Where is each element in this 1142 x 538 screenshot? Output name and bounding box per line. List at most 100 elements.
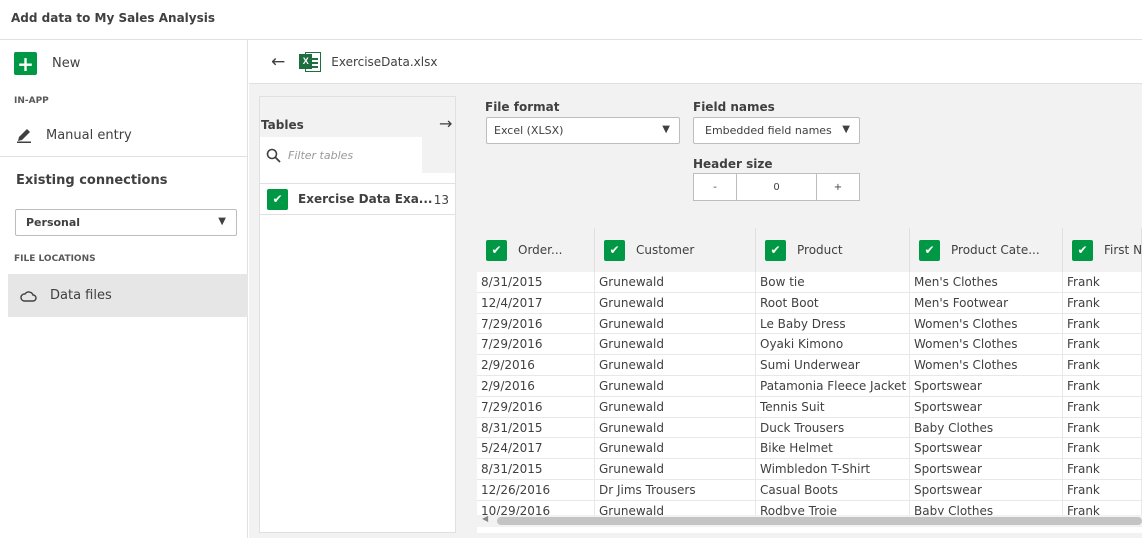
table-row: 2/9/2016 Grunewald Patamonia Fleece Jacket… xyxy=(477,375,1142,397)
table-cell: Women's Clothes xyxy=(910,334,1063,355)
decrement-button[interactable]: - xyxy=(694,174,736,200)
in-app-section-label: IN-APP xyxy=(14,96,49,106)
column-header-label: Product Cate... xyxy=(951,243,1040,257)
table-cell: 12/26/2016 xyxy=(477,479,595,500)
column-header[interactable]: ✔ Product Cate... xyxy=(910,228,1063,272)
table-cell: 7/29/2016 xyxy=(477,334,595,355)
scroll-left-icon[interactable]: ◀ xyxy=(482,514,488,523)
table-cell: 8/31/2015 xyxy=(477,459,595,479)
table-cell: Grunewald xyxy=(595,272,756,292)
checkbox-checked-icon[interactable]: ✔ xyxy=(919,239,940,261)
table-cell: 8/31/2015 xyxy=(477,272,595,292)
back-arrow-icon[interactable]: ← xyxy=(271,52,285,72)
table-item-label: Exercise Data Exa... xyxy=(298,192,433,206)
grid-header: ✔ Order... ✔ Customer ✔ Product ✔ Product Cate.… xyxy=(477,228,1142,272)
column-header[interactable]: ✔ Product xyxy=(756,228,910,272)
table-cell: Patamonia Fleece Jacket xyxy=(756,375,910,396)
horizontal-scrollbar[interactable]: ◀ xyxy=(477,514,1142,527)
sidebar: + New IN-APP Manual entry Existing conne… xyxy=(0,40,248,538)
table-cell: 7/29/2016 xyxy=(477,313,595,334)
data-preview-grid: ✔ Order... ✔ Customer ✔ Product ✔ Product Cate.… xyxy=(477,228,1142,533)
right-arrow-icon: → xyxy=(439,114,453,133)
column-header[interactable]: ✔ Customer xyxy=(595,228,756,272)
cloud-icon xyxy=(20,290,37,302)
filter-tables-placeholder: Filter tables xyxy=(288,148,354,162)
checkbox-checked-icon[interactable]: ✔ xyxy=(604,239,625,261)
table-cell: Frank xyxy=(1063,417,1142,438)
table-cell: Frank xyxy=(1063,313,1142,334)
table-cell: 5/24/2017 xyxy=(477,438,595,459)
table-cell: Frank xyxy=(1063,396,1142,417)
filter-spacer xyxy=(422,137,455,173)
header-size-input[interactable]: 0 xyxy=(736,174,817,200)
field-names-value: Embedded field names xyxy=(705,124,832,137)
table-row: 7/29/2016 Grunewald Tennis Suit Sportswear F… xyxy=(477,396,1142,418)
checkbox-checked-icon[interactable]: ✔ xyxy=(486,239,507,261)
file-format-select[interactable]: Excel (XLSX) ▼ xyxy=(486,117,680,144)
table-cell: Bow tie xyxy=(756,272,910,292)
tables-panel: Tables Filter tables ✔ Exercise Data Exa… xyxy=(259,96,456,533)
filter-tables-input[interactable]: Filter tables xyxy=(260,137,422,173)
table-cell: Sportswear xyxy=(910,375,1063,396)
table-cell: Frank xyxy=(1063,375,1142,396)
table-cell: Sportswear xyxy=(910,459,1063,479)
file-format-value: Excel (XLSX) xyxy=(494,124,564,137)
table-cell: Grunewald xyxy=(595,313,756,334)
dropdown-arrow-icon: ▼ xyxy=(662,124,670,135)
new-label: New xyxy=(52,56,81,71)
dropdown-arrow-icon: ▼ xyxy=(842,124,850,135)
column-header-label: Customer xyxy=(636,243,695,257)
tables-title: Tables xyxy=(261,118,304,132)
plus-icon: + xyxy=(14,52,37,75)
table-row: 12/4/2017 Grunewald Root Boot Men's Footwea… xyxy=(477,292,1142,314)
table-cell: Women's Clothes xyxy=(910,313,1063,334)
table-cell: Frank xyxy=(1063,479,1142,500)
manual-entry-item[interactable]: Manual entry xyxy=(16,127,132,143)
main-panel: ← X ExerciseData.xlsx Tables Filter tabl… xyxy=(249,40,1142,538)
table-row: 5/24/2017 Grunewald Bike Helmet Sportswear F… xyxy=(477,438,1142,460)
table-cell: Frank xyxy=(1063,292,1142,313)
column-header[interactable]: ✔ Order... xyxy=(477,228,595,272)
increment-button[interactable]: + xyxy=(817,174,859,200)
checkbox-checked-icon[interactable]: ✔ xyxy=(1072,239,1093,261)
column-header[interactable]: ✔ First N... xyxy=(1063,228,1142,272)
new-button[interactable]: + New xyxy=(14,52,80,75)
table-cell: Casual Boots xyxy=(756,479,910,500)
field-names-select[interactable]: Embedded field names ▼ xyxy=(693,117,860,144)
table-cell: Sportswear xyxy=(910,479,1063,500)
checkbox-checked-icon[interactable]: ✔ xyxy=(765,239,786,261)
table-cell: Frank xyxy=(1063,355,1142,375)
table-cell: Baby Clothes xyxy=(910,417,1063,438)
tables-header: Tables xyxy=(260,97,455,137)
table-list-item[interactable]: ✔ Exercise Data Exa... 13 xyxy=(260,183,455,215)
header-size-label: Header size xyxy=(693,157,773,171)
space-select[interactable]: Personal ▼ xyxy=(15,209,237,236)
page-title: Add data to My Sales Analysis xyxy=(11,11,216,25)
table-row: 2/9/2016 Grunewald Sumi Underwear Women's C… xyxy=(477,355,1142,376)
table-cell: Men's Clothes xyxy=(910,272,1063,292)
table-cell: Grunewald xyxy=(595,375,756,396)
header-size-stepper: - 0 + xyxy=(693,173,860,201)
table-cell: Grunewald xyxy=(595,396,756,417)
scrollbar-thumb[interactable] xyxy=(497,517,1142,525)
column-header-label: Product xyxy=(797,243,843,257)
table-cell: 2/9/2016 xyxy=(477,375,595,396)
file-bar: ← X ExerciseData.xlsx xyxy=(249,40,1142,84)
table-cell: Sportswear xyxy=(910,396,1063,417)
dropdown-arrow-icon: ▼ xyxy=(218,216,226,227)
space-select-value: Personal xyxy=(26,216,81,229)
file-locations-section-label: FILE LOCATIONS xyxy=(14,254,96,264)
table-cell: Grunewald xyxy=(595,438,756,459)
table-cell: 2/9/2016 xyxy=(477,355,595,375)
data-files-label: Data files xyxy=(50,288,112,303)
divider xyxy=(0,156,248,157)
existing-connections-heading: Existing connections xyxy=(16,173,168,188)
manual-entry-label: Manual entry xyxy=(46,127,132,143)
checkbox-checked-icon[interactable]: ✔ xyxy=(267,188,288,210)
table-cell: Grunewald xyxy=(595,417,756,438)
field-names-label: Field names xyxy=(693,100,775,114)
data-files-item[interactable]: Data files xyxy=(8,274,248,317)
column-header-label: First N... xyxy=(1104,243,1142,257)
table-cell: Women's Clothes xyxy=(910,355,1063,375)
table-cell: Grunewald xyxy=(595,292,756,313)
